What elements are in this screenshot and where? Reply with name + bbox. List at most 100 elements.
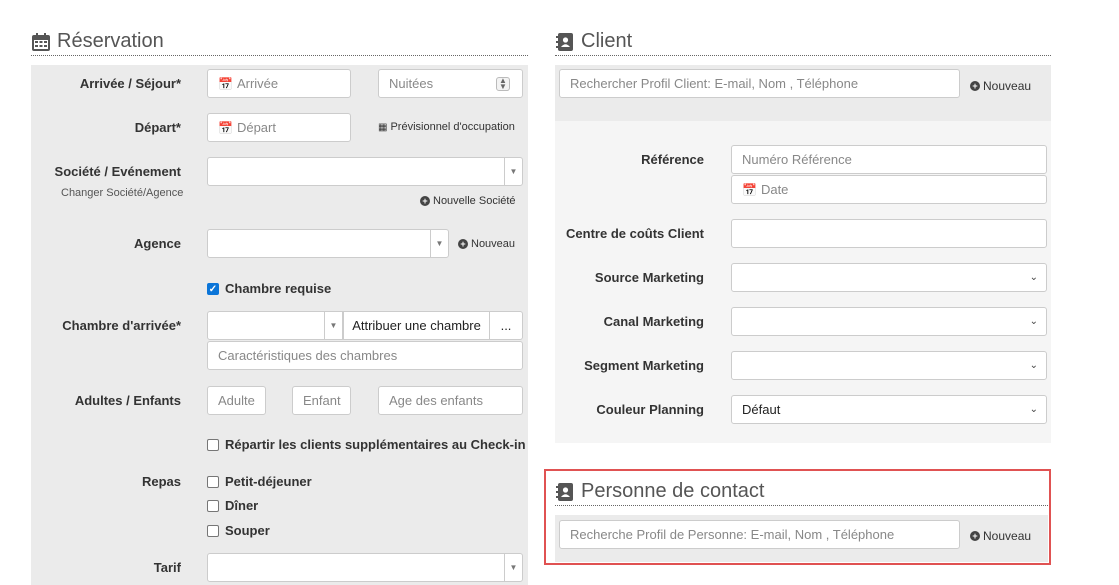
nights-input[interactable]: Nuitées ▲ ▼ — [378, 69, 523, 98]
cost-center-label: Centre de coûts Client — [566, 226, 704, 241]
agency-label: Agence — [134, 236, 181, 251]
children-age-input[interactable]: Age des enfants — [378, 386, 523, 415]
client-search-placeholder: Rechercher Profil Client: E-mail, Nom , … — [570, 76, 859, 91]
agency-new-link[interactable]: + Nouveau — [458, 238, 515, 250]
plus-circle-icon: + — [458, 239, 468, 249]
spinner-icon[interactable]: ▲ ▼ — [496, 77, 510, 91]
marketing-segment-select[interactable]: ⌄ — [731, 351, 1047, 380]
checkbox[interactable] — [207, 438, 219, 451]
calendar-small-icon: ▦ — [378, 121, 388, 133]
room-required-label: Chambre requise — [225, 281, 332, 296]
company-label: Société / Evénement — [54, 164, 181, 179]
nights-placeholder: Nuitées — [389, 76, 434, 91]
client-title-rule — [555, 55, 1051, 56]
chevron-down-icon: ▼ — [324, 312, 342, 339]
reference-date-input[interactable]: 📅 Date — [731, 175, 1047, 204]
departure-placeholder: Départ — [236, 120, 276, 135]
chevron-down-icon: ⌄ — [1029, 316, 1038, 327]
departure-date-input[interactable]: 📅 Départ — [207, 113, 351, 142]
marketing-channel-label: Canal Marketing — [603, 314, 704, 329]
occupancy-forecast-link[interactable]: ▦ Prévisionnel d'occupation — [378, 121, 515, 133]
children-age-placeholder: Age des enfants — [389, 393, 483, 408]
arrival-label: Arrivée / Séjour* — [79, 76, 181, 91]
rate-select[interactable]: ▼ — [207, 553, 523, 582]
chevron-down-icon: ▼ — [430, 230, 448, 257]
plus-circle-icon: + — [970, 81, 980, 91]
chevron-down-icon: ⌄ — [1029, 272, 1038, 283]
planning-color-label: Couleur Planning — [596, 402, 704, 417]
contact-search-placeholder: Recherche Profil de Personne: E-mail, No… — [570, 527, 895, 542]
planning-color-select[interactable]: Défaut ⌄ — [731, 395, 1047, 424]
assign-room-button[interactable]: Attribuer une chambre — [343, 311, 490, 340]
cost-center-input[interactable] — [731, 219, 1047, 248]
contact-new-link[interactable]: + Nouveau — [970, 529, 1031, 543]
agency-new-label: Nouveau — [471, 238, 516, 250]
contact-title: Personne de contact — [581, 480, 765, 502]
adults-placeholder: Adulte — [218, 393, 255, 408]
reference-input[interactable]: Numéro Référence — [731, 145, 1047, 174]
chevron-down-icon: ⌄ — [1029, 360, 1038, 371]
reservation-header: Réservation — [31, 30, 164, 53]
marketing-channel-select[interactable]: ⌄ — [731, 307, 1047, 336]
meal-checkbox-row[interactable]: Dîner — [207, 498, 258, 513]
marketing-source-label: Source Marketing — [594, 270, 704, 285]
rate-label: Tarif — [153, 560, 181, 575]
meals-label: Repas — [141, 474, 181, 489]
departure-label: Départ* — [134, 120, 181, 135]
meal-label: Dîner — [225, 498, 259, 513]
client-new-link[interactable]: + Nouveau — [970, 79, 1031, 93]
calendar-icon: 📅 — [218, 120, 233, 135]
meal-label: Petit-déjeuner — [225, 474, 312, 489]
new-company-label: Nouvelle Société — [433, 195, 516, 207]
room-features-placeholder: Caractéristiques des chambres — [218, 348, 398, 363]
forecast-link-label: Prévisionnel d'occupation — [390, 121, 515, 133]
arrival-date-input[interactable]: 📅 Arrivée — [207, 69, 351, 98]
adults-children-label: Adultes / Enfants — [74, 393, 181, 408]
room-required-checkbox-row[interactable]: ✓ Chambre requise — [207, 281, 331, 296]
client-new-label: Nouveau — [983, 79, 1032, 93]
checkbox[interactable] — [207, 524, 219, 537]
agency-select[interactable]: ▼ — [207, 229, 449, 258]
new-company-link[interactable]: + Nouvelle Société — [420, 195, 516, 207]
reference-label: Référence — [641, 152, 704, 167]
contact-header: Personne de contact — [555, 480, 764, 503]
calendar-icon: 📅 — [742, 182, 757, 197]
adults-input[interactable]: Adulte — [207, 386, 266, 415]
arrival-room-label: Chambre d'arrivée* — [62, 318, 181, 333]
meal-checkbox-row[interactable]: Petit-déjeuner — [207, 474, 312, 489]
marketing-segment-label: Segment Marketing — [584, 358, 704, 373]
contact-card-icon — [556, 482, 573, 501]
client-title: Client — [581, 30, 633, 52]
chevron-down-icon: ⌄ — [1029, 404, 1038, 415]
reference-placeholder: Numéro Référence — [742, 152, 852, 167]
contact-search-input[interactable]: Recherche Profil de Personne: E-mail, No… — [559, 520, 960, 549]
reservation-title-rule — [31, 55, 528, 56]
meal-label: Souper — [225, 523, 270, 538]
room-features-input[interactable]: Caractéristiques des chambres — [207, 341, 523, 370]
more-options-button[interactable]: ... — [489, 311, 523, 340]
split-clients-checkbox-row[interactable]: Répartir les clients supplémentaires au … — [207, 437, 526, 452]
plus-circle-icon: + — [420, 196, 430, 206]
contact-card-icon — [556, 32, 573, 51]
marketing-source-select[interactable]: ⌄ — [731, 263, 1047, 292]
company-select[interactable]: ▼ — [207, 157, 523, 186]
contact-title-rule — [555, 505, 1048, 506]
split-clients-label: Répartir les clients supplémentaires au … — [225, 437, 526, 452]
calendar-icon: 📅 — [218, 76, 233, 91]
meal-checkbox-row[interactable]: Souper — [207, 523, 270, 538]
calendar-icon — [32, 32, 50, 51]
checkbox-checked[interactable]: ✓ — [207, 282, 219, 295]
checkbox[interactable] — [207, 475, 219, 488]
reference-date-placeholder: Date — [760, 182, 789, 197]
contact-new-label: Nouveau — [983, 529, 1032, 543]
children-input[interactable]: Enfant — [292, 386, 351, 415]
arrival-room-select[interactable]: ▼ — [207, 311, 343, 340]
arrival-placeholder: Arrivée — [236, 76, 279, 91]
client-header: Client — [555, 30, 632, 53]
client-search-input[interactable]: Rechercher Profil Client: E-mail, Nom , … — [559, 69, 960, 98]
planning-color-value: Défaut — [742, 402, 781, 417]
reservation-title: Réservation — [57, 30, 164, 52]
change-company-link[interactable]: Changer Société/Agence — [61, 187, 183, 199]
checkbox[interactable] — [207, 499, 219, 512]
chevron-down-icon: ▼ — [504, 554, 522, 581]
